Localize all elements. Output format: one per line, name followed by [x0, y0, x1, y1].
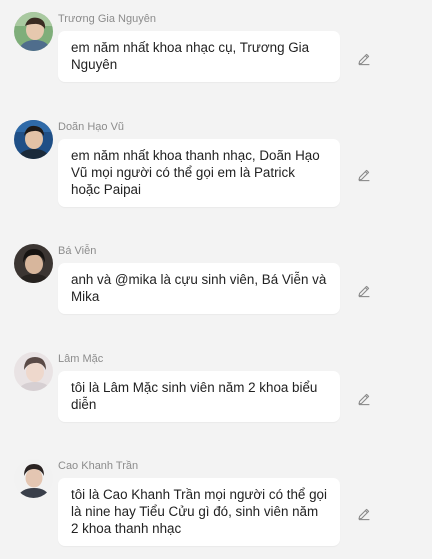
message-bubble: em năm nhất khoa thanh nhạc, Doãn Hạo Vũ…: [58, 139, 340, 207]
message-bubble: tôi là Lâm Mặc sinh viên năm 2 khoa biểu…: [58, 371, 340, 422]
avatar-photo-icon: [14, 459, 53, 498]
avatar[interactable]: [14, 12, 53, 51]
author-name: Cao Khanh Trần: [58, 460, 139, 472]
author-name: Trương Gia Nguyên: [58, 13, 156, 25]
avatar[interactable]: [14, 352, 53, 391]
avatar-photo-icon: [14, 120, 53, 159]
message-bubble: tôi là Cao Khanh Trần mọi người có thể g…: [58, 478, 340, 546]
pencil-icon[interactable]: [357, 52, 371, 66]
avatar[interactable]: [14, 244, 53, 283]
pencil-icon[interactable]: [357, 284, 371, 298]
avatar[interactable]: [14, 459, 53, 498]
author-name: Lâm Mặc: [58, 353, 104, 365]
avatar[interactable]: [14, 120, 53, 159]
author-name: Bá Viễn: [58, 245, 97, 257]
pencil-icon[interactable]: [357, 392, 371, 406]
avatar-photo-icon: [14, 244, 53, 283]
avatar-photo-icon: [14, 12, 53, 51]
pencil-icon[interactable]: [357, 168, 371, 182]
author-name: Doãn Hạo Vũ: [58, 121, 125, 133]
message-bubble: anh và @mika là cựu sinh viên, Bá Viễn v…: [58, 263, 340, 314]
message-bubble: em năm nhất khoa nhạc cụ, Trương Gia Ngu…: [58, 31, 340, 82]
pencil-icon[interactable]: [357, 507, 371, 521]
avatar-photo-icon: [14, 352, 53, 391]
